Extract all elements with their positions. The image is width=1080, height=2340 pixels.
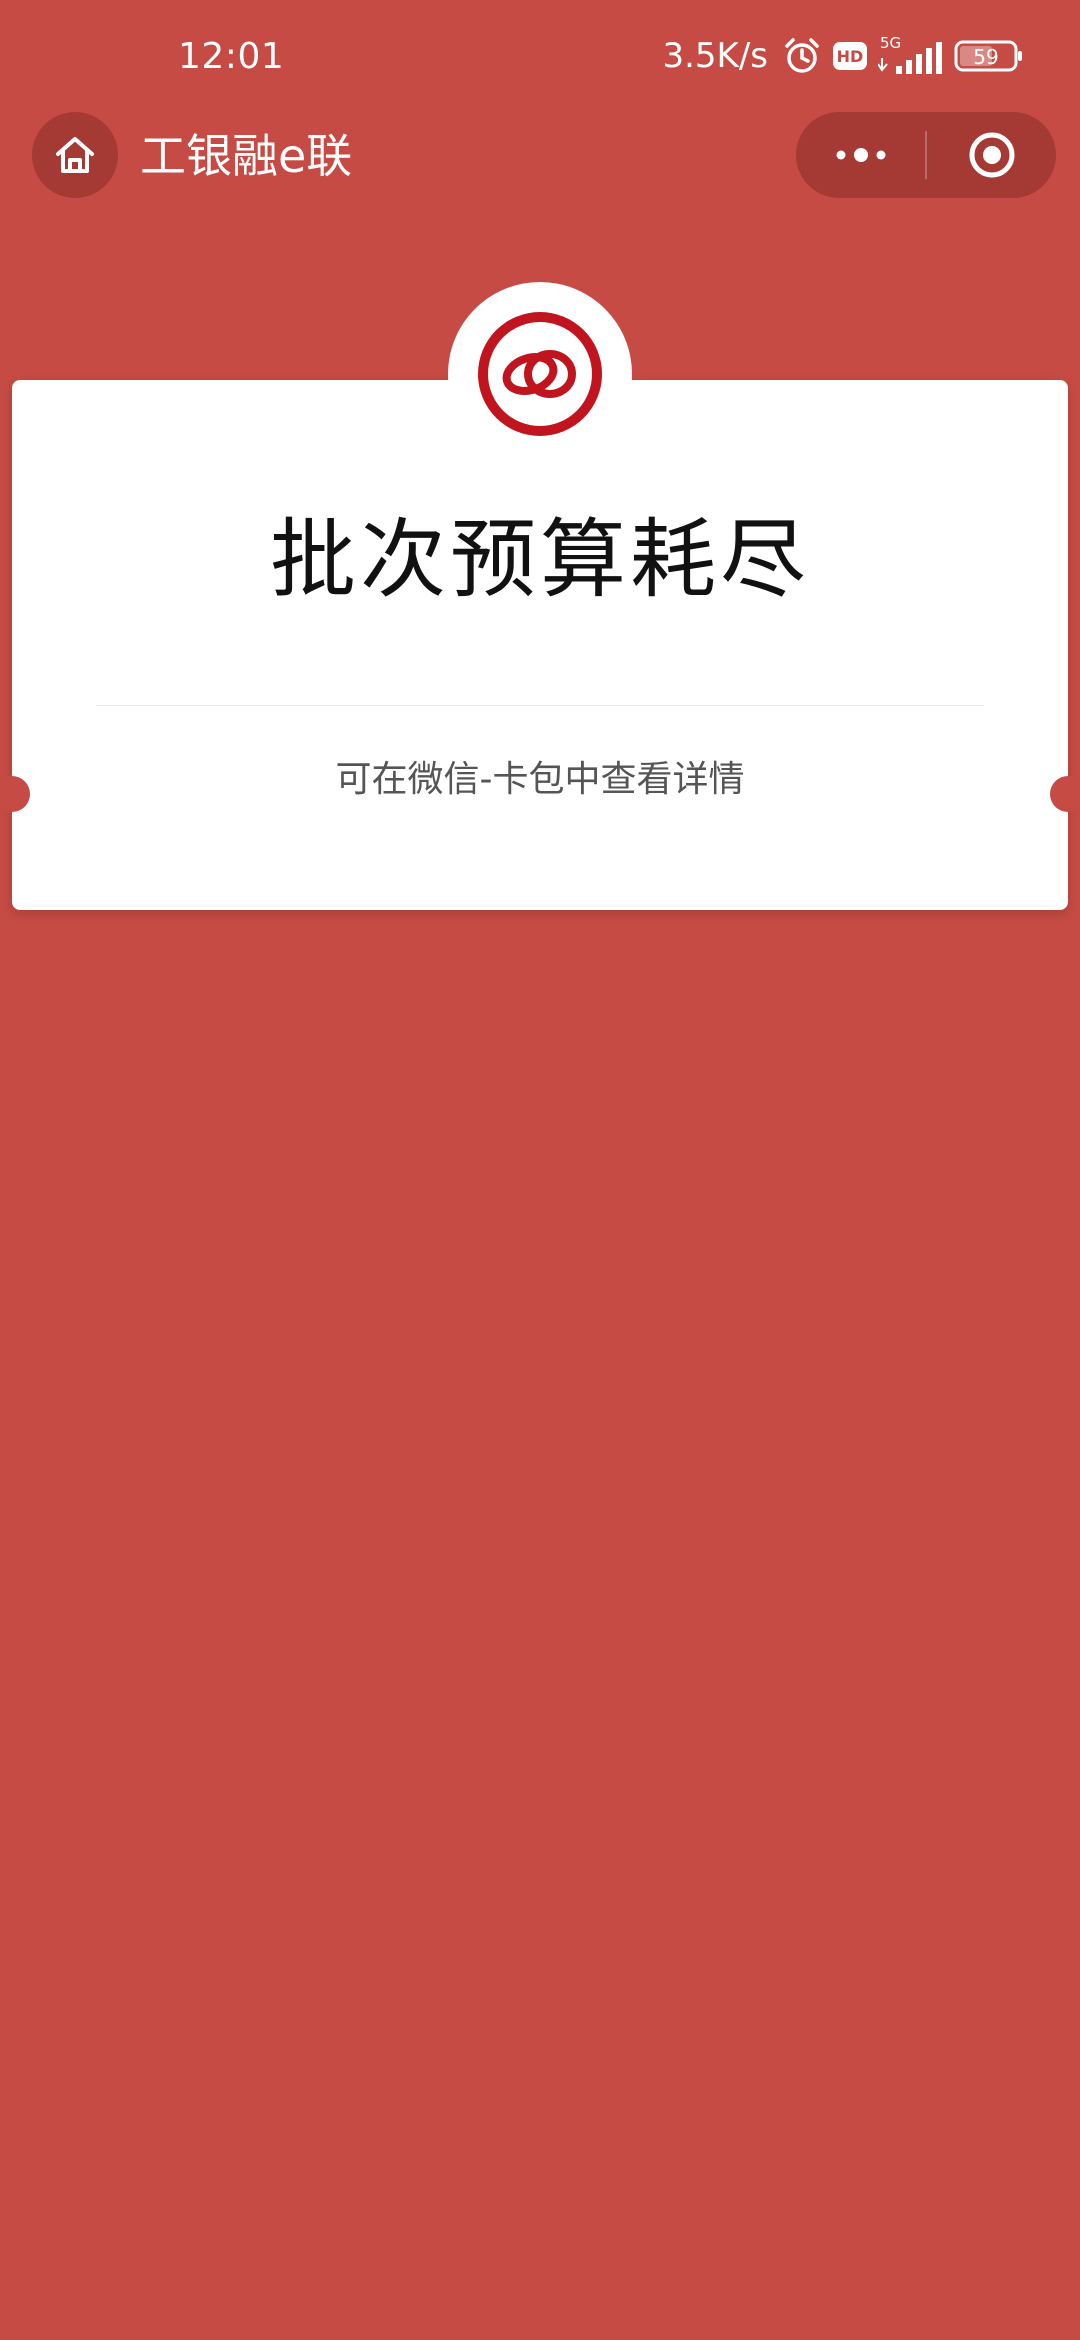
home-button[interactable] (32, 112, 118, 198)
close-target-icon (969, 132, 1014, 178)
battery-icon: 59 (954, 39, 1024, 73)
network-type: 5G (880, 34, 901, 52)
network-speed: 3.5K/s (662, 36, 768, 76)
card-divider (96, 705, 984, 706)
alarm-icon (782, 36, 822, 76)
status-icons: 3.5K/s HD 5G 59 (662, 34, 1024, 78)
hd-icon: HD (832, 41, 868, 71)
battery-level: 59 (973, 45, 998, 69)
menu-capsule (796, 112, 1056, 198)
svg-text:HD: HD (837, 47, 864, 66)
more-icon (836, 148, 885, 162)
status-bar: 12:01 3.5K/s HD 5G 59 (0, 0, 1080, 116)
logo-badge (448, 282, 632, 466)
close-button[interactable] (927, 112, 1056, 198)
result-hint: 可在微信-卡包中查看详情 (335, 759, 745, 800)
page-title: 工银融e联 (140, 129, 353, 183)
result-title: 批次预算耗尽 (270, 510, 810, 610)
home-icon (56, 137, 94, 173)
signal-icon: 5G (878, 34, 944, 78)
status-time: 12:01 (178, 36, 285, 77)
more-button[interactable] (796, 112, 925, 198)
icbc-logo-icon (478, 312, 602, 436)
